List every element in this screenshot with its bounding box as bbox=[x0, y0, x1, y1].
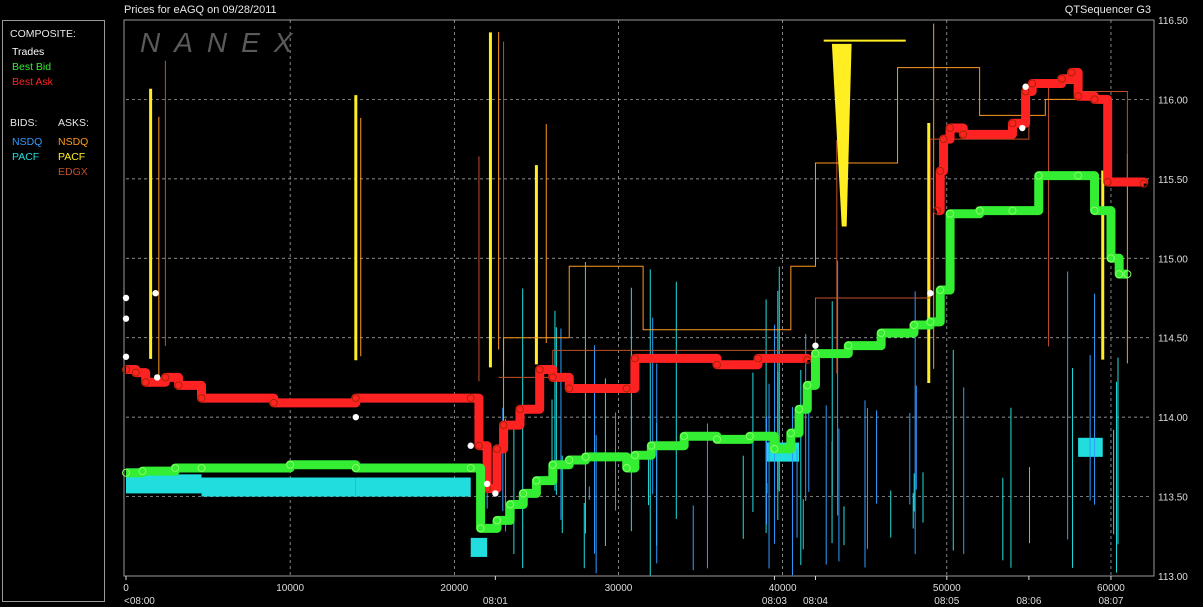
y-axis: 113.00 113.50 114.00 114.50 115.00 115.50 116.… bbox=[1158, 16, 1188, 583]
pacf-bid-band bbox=[201, 477, 356, 497]
x-tick-label: 50000 bbox=[933, 583, 961, 594]
y-tick-label: 113.00 bbox=[1158, 572, 1188, 583]
trade-point bbox=[352, 413, 360, 421]
y-tick-label: 114.50 bbox=[1158, 334, 1188, 345]
nanex-watermark: NANEX bbox=[140, 27, 306, 58]
price-chart: NANEX 113.00 113.50 114.00 114.50 115.00 115.… bbox=[122, 16, 1188, 607]
y-tick-label: 114.00 bbox=[1158, 413, 1188, 424]
trade-point bbox=[483, 480, 491, 488]
trade-point bbox=[492, 490, 499, 497]
y-tick-label: 115.00 bbox=[1158, 254, 1188, 265]
trade-point bbox=[122, 315, 130, 322]
x-tick-label: 20000 bbox=[440, 583, 468, 594]
trade-point bbox=[927, 290, 934, 297]
x-time-label: 08:03 bbox=[762, 596, 787, 607]
y-tick-label: 116.00 bbox=[1158, 95, 1188, 106]
quote-activity bbox=[126, 23, 1128, 576]
trade-point bbox=[467, 442, 474, 449]
pacf-bid-band bbox=[470, 537, 488, 557]
trade-point bbox=[122, 294, 130, 302]
trade-point bbox=[1019, 124, 1026, 132]
trade-point bbox=[122, 353, 130, 360]
x-time-label: 08:07 bbox=[1098, 596, 1123, 607]
trade-point bbox=[812, 342, 819, 349]
pacf-ask-wedge bbox=[831, 43, 852, 227]
trade-point bbox=[153, 374, 161, 381]
trade-point bbox=[152, 290, 159, 297]
x-axis: 0 10000 20000 30000 40000 50000 60000 <08:00 08:… bbox=[123, 576, 1125, 607]
y-tick-label: 116.50 bbox=[1158, 16, 1188, 27]
x-tick-label: 30000 bbox=[605, 583, 633, 594]
x-time-label: 08:05 bbox=[934, 596, 959, 607]
x-time-label: 08:04 bbox=[803, 596, 828, 607]
x-tick-label: 10000 bbox=[276, 583, 304, 594]
x-tick-label: 0 bbox=[123, 583, 129, 594]
price-series bbox=[122, 67, 1149, 533]
x-tick-label: 60000 bbox=[1097, 583, 1125, 594]
y-tick-label: 115.50 bbox=[1158, 175, 1188, 186]
x-tick-label: 40000 bbox=[769, 583, 797, 594]
y-tick-label: 113.50 bbox=[1158, 493, 1188, 504]
best-bid-line bbox=[126, 171, 1128, 533]
trade-point bbox=[1022, 83, 1029, 90]
pacf-bid-band bbox=[355, 477, 471, 497]
edgx-ask-line bbox=[498, 83, 1128, 378]
x-time-label: 08:06 bbox=[1016, 596, 1041, 607]
x-time-label: <08:00 bbox=[124, 596, 155, 607]
x-time-label: 08:01 bbox=[483, 596, 508, 607]
